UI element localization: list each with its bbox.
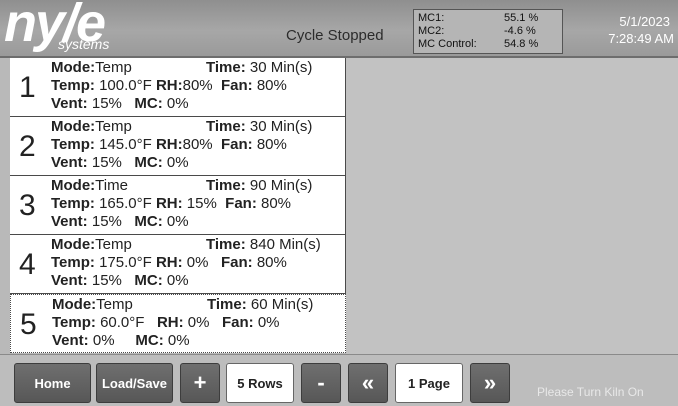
step-rh: 80%	[182, 136, 213, 153]
kiln-status-message: Please Turn Kiln On	[537, 385, 644, 399]
previous-page-button[interactable]: «	[348, 363, 388, 403]
mc-control-row: MC Control: 54.8 %	[418, 38, 560, 50]
step-vent: 15%	[91, 213, 122, 230]
header-bar: ny/e systems Cycle Stopped MC1: 55.1 % M…	[0, 0, 678, 58]
step-vent: 15%	[91, 272, 122, 289]
step-fan: 80%	[261, 195, 292, 212]
step-row-selected[interactable]: 5 Mode:Temp Time: 60 Min(s) Temp: 60.0°F…	[10, 294, 346, 353]
step-mode: Temp	[95, 59, 132, 76]
step-rh: 15%	[186, 195, 217, 212]
step-mc: 0%	[167, 332, 190, 349]
load-save-button[interactable]: Load/Save	[96, 363, 173, 403]
step-mode-line: Mode:Temp	[51, 59, 132, 76]
step-mode-line: Mode:Temp	[52, 296, 133, 313]
step-number: 5	[20, 308, 37, 341]
mc2-label: MC2:	[418, 25, 445, 37]
step-fan: 0%	[257, 314, 280, 331]
cycle-status: Cycle Stopped	[286, 27, 384, 44]
step-temp-line: Temp: 165.0°F RH: 15% Fan: 80%	[51, 195, 292, 212]
step-temp: 100.0°F	[99, 77, 152, 94]
remove-row-button[interactable]: -	[301, 363, 341, 403]
step-vent-line: Vent: 15% MC: 0%	[51, 213, 189, 230]
step-vent-line: Vent: 15% MC: 0%	[51, 272, 189, 289]
home-button[interactable]: Home	[14, 363, 91, 403]
mc-control-label: MC Control:	[418, 38, 477, 50]
step-time: 30 Min(s)	[249, 59, 313, 76]
step-mc: 0%	[166, 95, 189, 112]
step-number: 1	[19, 71, 36, 104]
step-vent: 15%	[91, 95, 122, 112]
step-vent: 0%	[92, 332, 115, 349]
step-row[interactable]: 2 Mode:Temp Time: 30 Min(s) Temp: 145.0°…	[10, 117, 346, 176]
step-time-line: Time: 30 Min(s)	[206, 59, 313, 76]
step-vent-line: Vent: 0% MC: 0%	[52, 332, 190, 349]
step-number: 3	[19, 189, 36, 222]
step-mode-line: Mode:Temp	[51, 118, 132, 135]
step-temp-line: Temp: 100.0°F RH:80% Fan: 80%	[51, 77, 287, 94]
step-rh: 0%	[186, 254, 209, 271]
mc-readout-box: MC1: 55.1 % MC2: -4.6 % MC Control: 54.8…	[413, 9, 563, 54]
step-rh: 80%	[182, 77, 213, 94]
step-mode-line: Mode:Time	[51, 177, 128, 194]
step-time-line: Time: 30 Min(s)	[206, 118, 313, 135]
step-row[interactable]: 4 Mode:Temp Time: 840 Min(s) Temp: 175.0…	[10, 235, 346, 294]
step-mc: 0%	[166, 154, 189, 171]
step-temp-line: Temp: 60.0°F RH: 0% Fan: 0%	[52, 314, 280, 331]
logo-subtext: systems	[58, 36, 110, 52]
next-page-button[interactable]: »	[470, 363, 510, 403]
step-row[interactable]: 3 Mode:Time Time: 90 Min(s) Temp: 165.0°…	[10, 176, 346, 235]
step-fan: 80%	[256, 77, 287, 94]
step-mode: Temp	[96, 296, 133, 313]
step-time: 60 Min(s)	[250, 296, 314, 313]
step-fan: 80%	[256, 136, 287, 153]
step-mode: Temp	[95, 118, 132, 135]
rows-indicator: 5 Rows	[226, 363, 294, 403]
mc-control-value: 54.8 %	[504, 38, 539, 50]
step-number: 2	[19, 130, 36, 163]
mc1-row: MC1: 55.1 %	[418, 12, 560, 24]
step-vent-line: Vent: 15% MC: 0%	[51, 95, 189, 112]
step-mode: Time	[95, 177, 128, 194]
step-rh: 0%	[187, 314, 210, 331]
step-temp: 60.0°F	[100, 314, 145, 331]
mc2-row: MC2: -4.6 %	[418, 25, 560, 37]
step-vent: 15%	[91, 154, 122, 171]
step-time: 90 Min(s)	[249, 177, 313, 194]
step-mc: 0%	[166, 272, 189, 289]
nyle-logo: ny/e systems	[4, 0, 154, 58]
step-temp-line: Temp: 175.0°F RH: 0% Fan: 80%	[51, 254, 287, 271]
mc1-label: MC1:	[418, 12, 445, 24]
step-mode-line: Mode:Temp	[51, 236, 132, 253]
step-time-line: Time: 840 Min(s)	[206, 236, 321, 253]
add-row-button[interactable]: +	[180, 363, 220, 403]
step-row[interactable]: 1 Mode:Temp Time: 30 Min(s) Temp: 100.0°…	[10, 58, 346, 117]
step-time-line: Time: 60 Min(s)	[207, 296, 314, 313]
step-mode: Temp	[95, 236, 132, 253]
right-panel	[346, 58, 678, 354]
mc1-value: 55.1 %	[504, 12, 539, 24]
step-temp: 175.0°F	[99, 254, 152, 271]
page-indicator: 1 Page	[395, 363, 463, 403]
step-vent-line: Vent: 15% MC: 0%	[51, 154, 189, 171]
date-display: 5/1/2023	[619, 14, 670, 29]
step-fan: 80%	[256, 254, 287, 271]
step-temp-line: Temp: 145.0°F RH:80% Fan: 80%	[51, 136, 287, 153]
step-time: 840 Min(s)	[249, 236, 321, 253]
step-mc: 0%	[166, 213, 189, 230]
step-time-line: Time: 90 Min(s)	[206, 177, 313, 194]
step-time: 30 Min(s)	[249, 118, 313, 135]
step-number: 4	[19, 248, 36, 281]
time-display: 7:28:49 AM	[608, 31, 674, 46]
footer-toolbar: Home Load/Save + 5 Rows - « 1 Page » Ple…	[0, 354, 678, 406]
step-temp: 145.0°F	[99, 136, 152, 153]
mc2-value: -4.6 %	[504, 25, 536, 37]
step-list: 1 Mode:Temp Time: 30 Min(s) Temp: 100.0°…	[10, 58, 346, 353]
step-temp: 165.0°F	[99, 195, 152, 212]
